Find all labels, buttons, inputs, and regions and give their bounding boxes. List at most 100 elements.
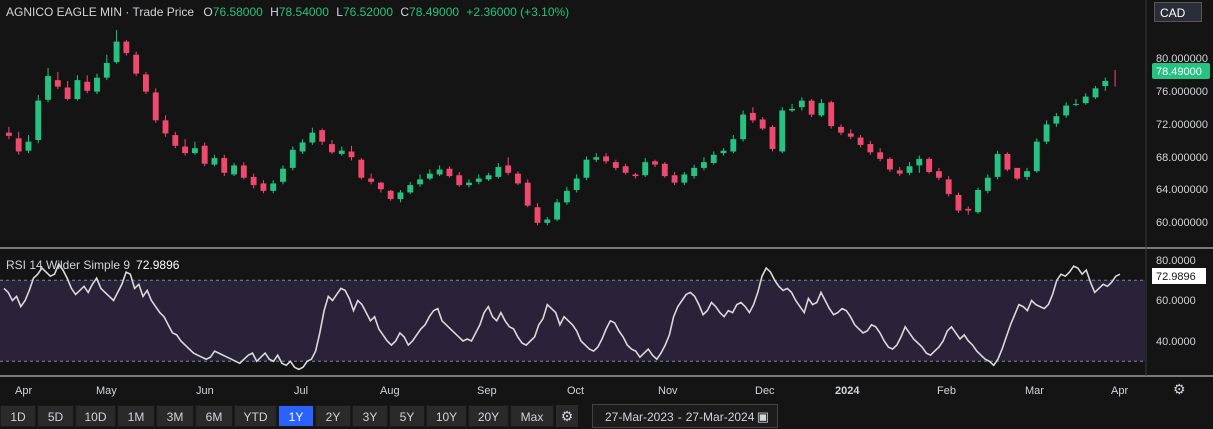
candle-body — [231, 165, 237, 175]
candle-body — [250, 176, 257, 186]
rsi-tick-80: 80.0000 — [1156, 255, 1196, 267]
candle-body — [240, 165, 247, 178]
range-button-1y[interactable]: 1Y — [278, 405, 314, 427]
range-button-1d[interactable]: 1D — [0, 405, 36, 427]
time-tick-sep: Sep — [477, 385, 497, 397]
price-tick-76: 76.000000 — [1156, 86, 1208, 98]
close-value: 78.49000 — [409, 5, 460, 19]
candle-body — [446, 168, 453, 177]
candle-body — [720, 150, 727, 154]
currency-selector[interactable]: CAD — [1154, 2, 1202, 22]
candle-body — [945, 179, 952, 195]
chart-header: AGNICO EAGLE MIN · Trade Price O76.58000… — [6, 5, 570, 19]
candle-body — [260, 183, 267, 191]
range-button-1m[interactable]: 1M — [117, 405, 155, 427]
range-button-3m[interactable]: 3M — [156, 405, 194, 427]
range-toolbar: 1D 5D 10D 1M 3M 6M YTD 1Y 2Y 3Y 5Y 10Y 2… — [0, 403, 1213, 429]
candle-body — [1063, 105, 1070, 116]
candle-body — [612, 162, 619, 168]
candle-body — [466, 182, 472, 186]
candle-body — [544, 219, 551, 223]
date-range-picker[interactable]: 27-Mar-2023-27-Mar-2024 ▣ — [592, 404, 778, 428]
candle-body — [808, 100, 815, 115]
candle-body — [563, 190, 570, 203]
candle-body — [436, 169, 443, 175]
candle-body — [681, 174, 688, 183]
candles-layer — [5, 30, 1116, 226]
candle-body — [798, 100, 805, 108]
candle-body — [348, 151, 355, 158]
chart-canvas: 80.000000 76.000000 72.000000 68.000000 … — [0, 0, 1213, 397]
candle-body — [123, 41, 130, 54]
time-tick-2024: 2024 — [835, 385, 860, 397]
candle-body — [221, 158, 228, 173]
candle-body — [779, 110, 786, 152]
time-tick-aug: Aug — [380, 385, 400, 397]
candle-body — [926, 158, 933, 172]
candle-body — [955, 194, 962, 211]
candle-body — [896, 170, 903, 174]
candle-body — [358, 159, 365, 178]
candle-body — [162, 120, 169, 134]
candle-body — [740, 114, 747, 140]
candle-body — [593, 157, 600, 160]
candle-body — [495, 167, 502, 177]
time-tick-jun: Jun — [196, 385, 214, 397]
range-button-2y[interactable]: 2Y — [315, 405, 351, 427]
time-tick-jul: Jul — [294, 385, 308, 397]
candle-body — [691, 167, 698, 177]
candle-body — [387, 190, 394, 200]
candle-body — [152, 92, 159, 121]
candle-body — [74, 80, 81, 99]
field-name: Trade Price — [132, 5, 195, 19]
candle-body — [15, 138, 22, 152]
range-button-5y[interactable]: 5Y — [389, 405, 425, 427]
candle-body — [143, 74, 149, 92]
range-button-10y[interactable]: 10Y — [426, 405, 467, 427]
candle-body — [975, 190, 981, 213]
candle-body — [191, 148, 198, 154]
range-button-max[interactable]: Max — [510, 405, 554, 427]
candle-body — [935, 171, 942, 178]
candle-body — [94, 77, 100, 92]
candle-body — [622, 166, 629, 173]
candle-body — [54, 80, 61, 87]
candle-body — [1024, 171, 1030, 177]
candle-body — [632, 174, 639, 177]
candle-body — [573, 178, 580, 191]
candle-body — [906, 166, 913, 173]
candle-body — [867, 144, 874, 153]
candle-body — [583, 159, 590, 178]
time-tick-feb: Feb — [937, 385, 956, 397]
candle-body — [5, 132, 12, 136]
date-to: 27-Mar-2024 — [685, 410, 755, 424]
time-axis[interactable]: Apr May Jun Jul Aug Sep Oct Nov Dec 2024… — [15, 385, 1128, 397]
time-tick-nov: Nov — [658, 385, 678, 397]
candle-body — [1092, 88, 1099, 98]
range-button-ytd[interactable]: YTD — [234, 405, 277, 427]
range-button-5d[interactable]: 5D — [37, 405, 74, 427]
candle-body — [289, 149, 296, 168]
range-button-6m[interactable]: 6M — [195, 405, 233, 427]
low-value: 76.52000 — [342, 5, 393, 19]
candle-body — [172, 135, 179, 146]
range-button-20y[interactable]: 20Y — [468, 405, 509, 427]
gear-icon[interactable]: ⚙ — [556, 405, 578, 427]
candle-body — [818, 103, 825, 116]
candle-body — [828, 102, 835, 127]
last-price-label: 78.49000 — [1156, 66, 1202, 78]
candle-body — [45, 76, 51, 100]
gear-icon[interactable]: ⚙ — [1173, 381, 1186, 398]
calendar-icon[interactable]: ▣ — [757, 405, 769, 429]
price-axis[interactable]: 80.000000 76.000000 72.000000 68.000000 … — [1156, 53, 1208, 229]
range-button-3y[interactable]: 3Y — [352, 405, 388, 427]
candle-body — [1073, 103, 1079, 105]
range-button-10d[interactable]: 10D — [75, 405, 116, 427]
candle-body — [759, 119, 766, 129]
candle-body — [338, 150, 345, 154]
candle-body — [505, 165, 512, 173]
rsi-label: RSI 14 Wilder Simple 9 — [6, 258, 131, 272]
candle-body — [133, 54, 140, 74]
candle-body — [1053, 116, 1060, 124]
candle-body — [475, 178, 482, 182]
